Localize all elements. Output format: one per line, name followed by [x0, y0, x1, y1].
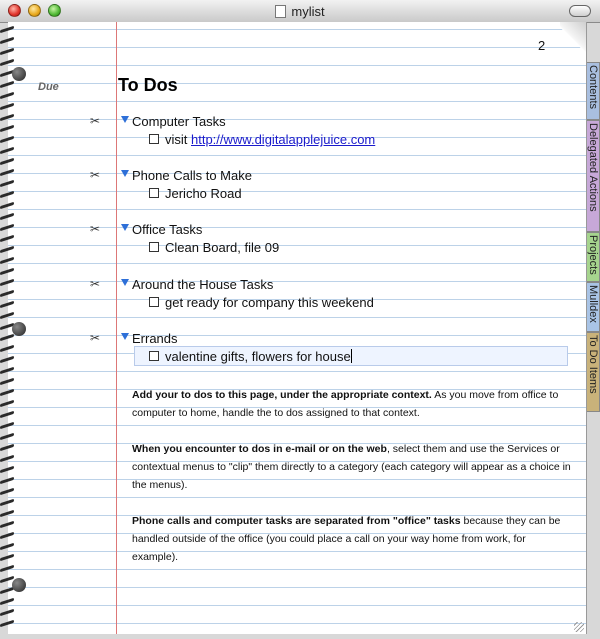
coil-ring: [0, 388, 14, 397]
checkbox[interactable]: [149, 188, 159, 198]
coil-ring: [0, 619, 14, 628]
coil-ring: [0, 278, 14, 287]
clip-scissors-icon[interactable]: ✂: [90, 222, 100, 236]
coil-ring: [0, 366, 14, 375]
coil-ring: [0, 179, 14, 188]
tab-contents[interactable]: Contents: [587, 62, 600, 120]
coil-ring: [0, 531, 14, 540]
tab-delegated-actions[interactable]: Delegated Actions: [587, 120, 600, 232]
disclosure-triangle-icon[interactable]: [121, 279, 129, 286]
coil-ring: [0, 608, 14, 617]
clip-scissors-icon[interactable]: ✂: [90, 114, 100, 128]
coil-ring: [0, 465, 14, 474]
instruction-note: When you encounter to dos in e-mail or o…: [132, 443, 571, 491]
instruction-note: Phone calls and computer tasks are separ…: [132, 515, 561, 563]
category-label[interactable]: Errands: [132, 331, 178, 346]
category-label[interactable]: Around the House Tasks: [132, 277, 273, 292]
page-title: To Dos: [118, 75, 178, 95]
coil-ring: [0, 553, 14, 562]
coil-ring: [0, 443, 14, 452]
coil-ring: [0, 487, 14, 496]
disclosure-triangle-icon[interactable]: [121, 170, 129, 177]
disclosure-triangle-icon[interactable]: [121, 116, 129, 123]
tab-mulldex[interactable]: Mulldex: [587, 282, 600, 332]
coil-ring: [0, 597, 14, 606]
coil-ring: [0, 212, 14, 221]
coil-ring: [0, 234, 14, 243]
binder-hole: [12, 578, 26, 592]
tab-to-do-items[interactable]: To Do Items: [587, 332, 600, 412]
coil-ring: [0, 124, 14, 133]
coil-ring: [0, 80, 14, 89]
tab-projects[interactable]: Projects: [587, 232, 600, 282]
coil-ring: [0, 421, 14, 430]
coil-ring: [0, 135, 14, 144]
coil-ring: [0, 91, 14, 100]
coil-ring: [0, 355, 14, 364]
coil-ring: [0, 333, 14, 342]
coil-ring: [0, 289, 14, 298]
coil-ring: [0, 564, 14, 573]
coil-ring: [0, 509, 14, 518]
coil-ring: [0, 476, 14, 485]
coil-ring: [0, 377, 14, 386]
clip-scissors-icon[interactable]: ✂: [90, 168, 100, 182]
window-title: mylist: [0, 4, 600, 19]
margin-line: [116, 22, 117, 634]
coil-ring: [0, 267, 14, 276]
coil-ring: [0, 157, 14, 166]
category-label[interactable]: Phone Calls to Make: [132, 168, 252, 183]
coil-ring: [0, 542, 14, 551]
page-curl-icon[interactable]: [560, 22, 586, 58]
coil-ring: [0, 344, 14, 353]
instruction-note: Add your to dos to this page, under the …: [132, 389, 559, 419]
coil-ring: [0, 256, 14, 265]
coil-ring: [0, 113, 14, 122]
coil-ring: [0, 190, 14, 199]
coil-ring: [0, 498, 14, 507]
coil-ring: [0, 399, 14, 408]
checkbox[interactable]: [149, 351, 159, 361]
coil-ring: [0, 520, 14, 529]
clip-scissors-icon[interactable]: ✂: [90, 331, 100, 345]
coil-ring: [0, 432, 14, 441]
category-label[interactable]: Office Tasks: [132, 222, 202, 237]
coil-ring: [0, 410, 14, 419]
coil-ring: [0, 454, 14, 463]
coil-ring: [0, 47, 14, 56]
coil-ring: [0, 102, 14, 111]
app-window: mylist 2 Due To Dos ✂ Computer Tasks vis…: [0, 0, 600, 639]
notebook-page[interactable]: 2 Due To Dos ✂ Computer Tasks visit http…: [8, 22, 587, 634]
binder-hole: [12, 67, 26, 81]
coil-ring: [0, 36, 14, 45]
coil-ring: [0, 245, 14, 254]
checkbox[interactable]: [149, 297, 159, 307]
disclosure-triangle-icon[interactable]: [121, 224, 129, 231]
coil-ring: [0, 58, 14, 67]
text-caret: [350, 349, 352, 363]
page-number: 2: [538, 38, 546, 53]
disclosure-triangle-icon[interactable]: [121, 333, 129, 340]
coil-ring: [0, 311, 14, 320]
binder-hole: [12, 322, 26, 336]
clip-scissors-icon[interactable]: ✂: [90, 277, 100, 291]
coil-ring: [0, 168, 14, 177]
coil-ring: [0, 223, 14, 232]
checkbox[interactable]: [149, 242, 159, 252]
resize-grip-icon[interactable]: [574, 622, 584, 632]
checkbox[interactable]: [149, 134, 159, 144]
due-column-label: Due: [38, 81, 59, 93]
toolbar-toggle-button[interactable]: [569, 5, 591, 17]
coil-ring: [0, 201, 14, 210]
document-icon: [275, 5, 287, 18]
category-label[interactable]: Computer Tasks: [132, 114, 226, 129]
todo-link[interactable]: http://www.digitalapplejuice.com: [191, 132, 375, 147]
coil-ring: [0, 25, 14, 34]
coil-ring: [0, 146, 14, 155]
title-bar: mylist: [0, 0, 600, 23]
coil-ring: [0, 300, 14, 309]
